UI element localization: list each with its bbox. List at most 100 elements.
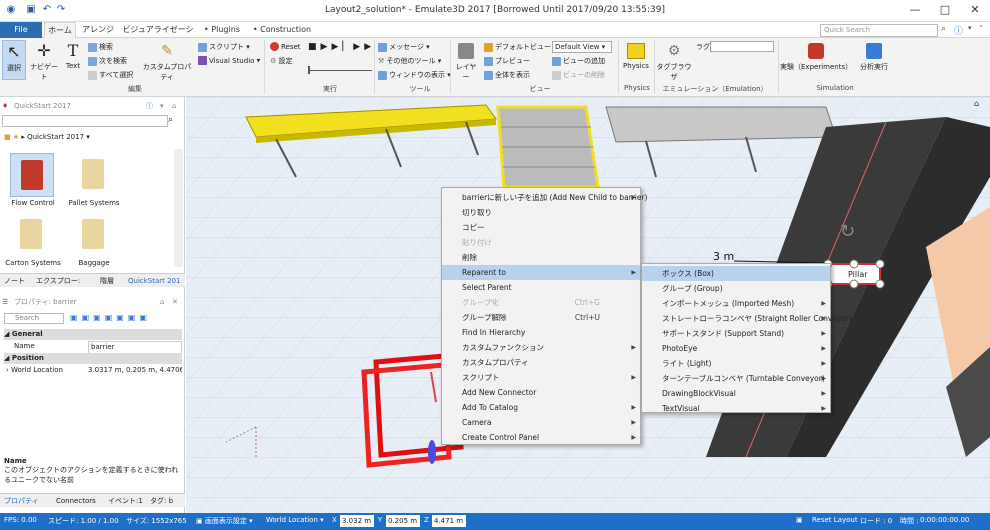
context-menu-item[interactable]: スクリプト ▶: [442, 370, 640, 385]
submenu-item[interactable]: ボックス (Box): [642, 266, 830, 281]
physics-button[interactable]: Physics: [622, 40, 650, 80]
analysis-button[interactable]: 分析実行: [854, 40, 894, 80]
context-menu-item[interactable]: Reparent to ▶: [442, 265, 640, 280]
visual-studio-button[interactable]: Visual Studio ▾: [198, 56, 260, 65]
fast-forward-icon[interactable]: ▶▶: [353, 42, 375, 52]
context-menu-item[interactable]: グループ化 Ctrl+G: [442, 295, 640, 310]
search-icon[interactable]: ⌕: [941, 24, 946, 34]
submenu-item[interactable]: ターンテーブルコンベヤ (Turntable Conveyor) ▶: [642, 371, 830, 386]
find-next-button[interactable]: 次を検索: [88, 56, 127, 66]
tab-properties[interactable]: プロパティ: [4, 494, 39, 508]
expand-icon[interactable]: ›: [6, 366, 9, 374]
chevron-down-icon[interactable]: ▾: [968, 24, 972, 32]
context-menu-item[interactable]: Camera ▶: [442, 415, 640, 430]
submenu-item[interactable]: インポートメッシュ (Imported Mesh) ▶: [642, 296, 830, 311]
select-all-button[interactable]: すべて選択: [88, 70, 133, 80]
tab-explorer[interactable]: エクスプロー:: [36, 274, 80, 288]
message-button[interactable]: メッセージ ▾: [378, 42, 430, 52]
tab-quickstart[interactable]: QuickStart 201: [128, 274, 180, 288]
context-menu-item[interactable]: コピー: [442, 220, 640, 235]
experiments-button[interactable]: 実験（Experiments）: [780, 40, 852, 80]
context-menu-item[interactable]: グループ解除 Ctrl+U: [442, 310, 640, 325]
play-icon[interactable]: ▶: [321, 42, 332, 52]
general-section[interactable]: ◢ General: [4, 329, 182, 340]
rotate-handle-icon[interactable]: ↻: [840, 221, 855, 242]
tab-hierarchy[interactable]: 階層: [100, 274, 114, 288]
tab-file[interactable]: File: [0, 22, 42, 38]
submenu-item[interactable]: PhotoEye ▶: [642, 341, 830, 356]
pallet-systems-thumb[interactable]: [72, 153, 116, 197]
context-menu-item[interactable]: 切り取り: [442, 205, 640, 220]
conveyor-center[interactable]: [496, 105, 600, 189]
search-icon[interactable]: ⌕: [168, 115, 173, 125]
context-menu-item[interactable]: Create Control Panel ▶: [442, 430, 640, 445]
submenu-item[interactable]: TextVisual ▶: [642, 401, 830, 416]
stop-icon[interactable]: ■: [308, 42, 321, 52]
link-icon[interactable]: ▣: [82, 313, 94, 322]
help-icon[interactable]: ⓘ: [954, 24, 963, 37]
tab-construction[interactable]: • Construction: [252, 22, 312, 38]
reset-layout-link[interactable]: Reset Layout: [812, 516, 858, 524]
chevron-down-icon[interactable]: ▾: [160, 99, 164, 113]
navigate-button[interactable]: ✛ ナビゲート: [28, 40, 60, 81]
notification-icon[interactable]: ▣: [796, 516, 803, 524]
carton-systems-thumb[interactable]: [10, 213, 54, 257]
context-menu-item[interactable]: Add To Catalog ▶: [442, 400, 640, 415]
scrollbar[interactable]: [174, 149, 183, 267]
submenu-item[interactable]: グループ (Group): [642, 281, 830, 296]
tab-notes[interactable]: ノート: [4, 274, 25, 288]
z-field[interactable]: 4.471 m: [432, 515, 466, 527]
show-all-button[interactable]: 全体を表示: [484, 70, 530, 80]
up-icon[interactable]: ▣: [70, 313, 82, 322]
properties-search-input[interactable]: Search: [4, 313, 64, 324]
tab-tags[interactable]: タグ: b: [150, 494, 173, 508]
reset-button[interactable]: Reset: [270, 42, 301, 51]
add-view-button[interactable]: ビューの追加: [552, 56, 605, 66]
tab-visualization[interactable]: ビジュアライゼーション: [120, 22, 196, 50]
submenu-item[interactable]: ライト (Light) ▶: [642, 356, 830, 371]
pin-icon[interactable]: ⌂: [974, 99, 979, 108]
display-settings[interactable]: ▣ 画面表示設定 ▾: [196, 516, 253, 526]
properties-toolbar[interactable]: ▣▣▣▣▣▣▣: [70, 313, 151, 322]
step-icon[interactable]: ▶▏: [331, 42, 353, 52]
search-button[interactable]: 検索: [88, 42, 113, 52]
pin-icon[interactable]: ⌂: [172, 99, 176, 113]
context-menu-item[interactable]: カスタムファンクション ▶: [442, 340, 640, 355]
submenu-item[interactable]: サポートスタンド (Support Stand) ▶: [642, 326, 830, 341]
pin-icon[interactable]: ⌂: [160, 295, 164, 309]
other-tools-button[interactable]: ⚒ その他のツール ▾: [378, 56, 441, 66]
grid-icon[interactable]: ▣: [139, 313, 151, 322]
y-field[interactable]: 0.205 m: [386, 515, 420, 527]
context-menu-item[interactable]: カスタムプロパティ: [442, 355, 640, 370]
text-button[interactable]: T Text: [62, 40, 84, 80]
sort-icon[interactable]: ▣: [93, 313, 105, 322]
quickstart-search-input[interactable]: [2, 115, 168, 127]
preview-button[interactable]: プレビュー: [484, 56, 530, 66]
layer-button[interactable]: レイヤー: [454, 40, 478, 81]
context-menu-item[interactable]: Add New Connector: [442, 385, 640, 400]
submenu-item[interactable]: ストレートローラコンベヤ (Straight Roller Conveyor) ▶: [642, 311, 852, 326]
tab-arrange[interactable]: アレンジ: [80, 22, 116, 38]
playback-controls[interactable]: ■▶▶▏▶▶: [308, 42, 375, 52]
submenu-item[interactable]: DrawingBlockVisual ▶: [642, 386, 830, 401]
help-icon[interactable]: ⓘ: [146, 99, 153, 113]
category-icon[interactable]: ▣: [116, 313, 128, 322]
world-location-dropdown[interactable]: World Location ▾: [266, 516, 324, 524]
context-menu-item[interactable]: Find In Hierarchy: [442, 325, 640, 340]
close-icon[interactable]: ✕: [172, 295, 178, 309]
tab-connectors[interactable]: Connectors: [56, 494, 96, 508]
settings-button[interactable]: ⚙ 設定: [270, 56, 293, 66]
x-field[interactable]: 3.032 m: [340, 515, 374, 527]
tab-home[interactable]: ホーム: [44, 22, 76, 38]
custom-props-button[interactable]: ✎ カスタムプロパティ: [140, 40, 194, 81]
select-button[interactable]: ↖ 選択: [2, 40, 26, 80]
quick-search-input[interactable]: Quick Search: [820, 24, 938, 37]
list-icon[interactable]: ▣: [128, 313, 140, 322]
context-menu-item[interactable]: 削除: [442, 250, 640, 265]
world-location-value[interactable]: 3.0317 m, 0.205 m, 4.4706: [88, 365, 182, 376]
script-button[interactable]: スクリプト ▾: [198, 42, 250, 52]
tag-input[interactable]: [710, 41, 774, 52]
maximize-button[interactable]: □: [930, 0, 960, 20]
context-menu-item[interactable]: Select Parent: [442, 280, 640, 295]
quickstart-breadcrumb[interactable]: ■ ★ ▸ QuickStart 2017 ▾: [4, 133, 90, 141]
